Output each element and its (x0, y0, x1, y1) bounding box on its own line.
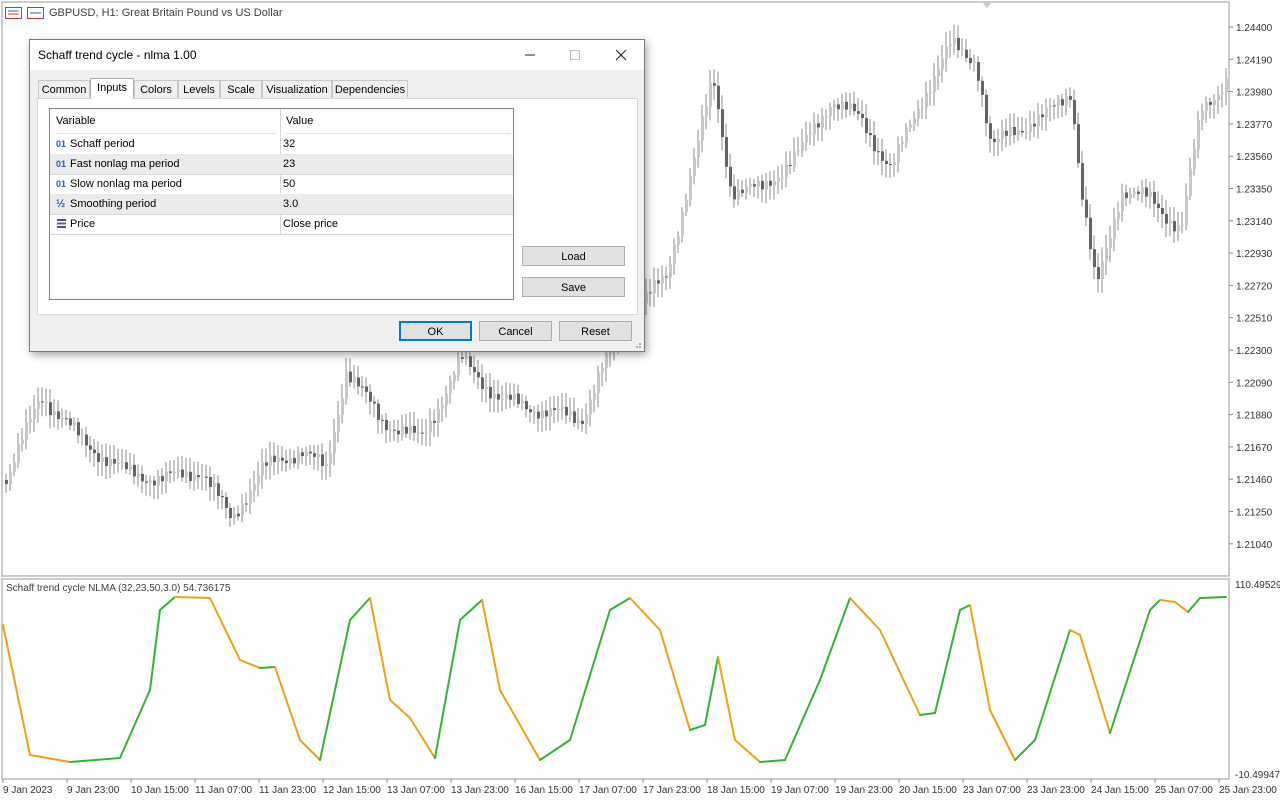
input-value[interactable]: Close price (283, 214, 338, 234)
minimize-button[interactable] (507, 40, 553, 70)
time-tick-label: 12 Jan 15:00 (323, 785, 381, 796)
time-tick-label: 23 Jan 23:00 (1027, 785, 1085, 796)
tab-colors[interactable]: Colors (134, 80, 178, 98)
time-tick-label: 19 Jan 23:00 (835, 785, 893, 796)
chart-type-icons (5, 7, 45, 22)
close-button[interactable] (598, 40, 644, 70)
input-row-fast-nonlag-period[interactable]: 01 Fast nonlag ma period 23 (50, 154, 513, 175)
tab-scale[interactable]: Scale (220, 80, 262, 98)
time-tick-label: 13 Jan 07:00 (387, 785, 445, 796)
price-tick-label: 1.21880 (1236, 411, 1273, 422)
price-axis: 1.24400 1.24190 1.23980 1.23770 1.23560 1.233… (1229, 23, 1273, 551)
maximize-icon (570, 50, 580, 60)
resize-grip-icon[interactable] (632, 339, 642, 349)
dialog-title: Schaff trend cycle - nlma 1.00 (38, 48, 197, 62)
input-variable-name: Slow nonlag ma period (70, 178, 182, 190)
time-tick-label: 9 Jan 23:00 (67, 785, 120, 796)
input-value[interactable]: 32 (283, 134, 295, 154)
chart-symbol-title: GBPUSD, H1: Great Britain Pound vs US Do… (49, 7, 283, 19)
inputs-grid[interactable]: Variable Value 01 Schaff period 32 01 Fast… (49, 108, 514, 300)
save-button[interactable]: Save (522, 277, 625, 297)
indicator-label: Schaff trend cycle NLMA (32,23,50,3.0) 5… (6, 583, 231, 594)
maximize-button[interactable] (552, 40, 598, 70)
time-tick-label: 10 Jan 15:00 (131, 785, 189, 796)
time-tick-label: 11 Jan 07:00 (195, 785, 253, 796)
price-tick-label: 1.23770 (1236, 120, 1273, 131)
input-value[interactable]: 23 (283, 154, 295, 174)
price-tick-label: 1.23980 (1236, 88, 1273, 99)
input-row-smoothing-period[interactable]: ½ Smoothing period 3.0 (50, 194, 513, 215)
price-tick-label: 1.23350 (1236, 185, 1273, 196)
time-tick-label: 17 Jan 07:00 (579, 785, 637, 796)
enum-type-icon (56, 214, 70, 234)
input-variable-name: Schaff period (70, 138, 135, 150)
column-header-variable[interactable]: Variable (56, 109, 276, 134)
input-value[interactable]: 50 (283, 174, 295, 194)
depth-of-market-icon[interactable] (5, 7, 22, 19)
tab-dependencies[interactable]: Dependencies (332, 80, 408, 98)
indicator-axis-min: -10.499473 (1235, 770, 1280, 781)
input-row-schaff-period[interactable]: 01 Schaff period 32 (50, 134, 513, 155)
price-tick-label: 1.24190 (1236, 55, 1273, 66)
price-tick-label: 1.23560 (1236, 152, 1273, 163)
minimize-icon (525, 54, 535, 56)
tab-common[interactable]: Common (38, 80, 90, 98)
time-tick-label: 19 Jan 07:00 (771, 785, 829, 796)
cancel-button[interactable]: Cancel (479, 321, 552, 341)
price-tick-label: 1.22720 (1236, 281, 1273, 292)
time-tick-label: 11 Jan 23:00 (259, 785, 317, 796)
integer-type-icon: 01 (56, 179, 67, 189)
time-tick-label: 13 Jan 23:00 (451, 785, 509, 796)
close-icon (615, 49, 627, 61)
price-tick-label: 1.23140 (1236, 217, 1273, 228)
input-variable-name: Price (70, 218, 96, 230)
time-tick-label: 18 Jan 15:00 (707, 785, 765, 796)
integer-type-icon: 01 (56, 159, 67, 169)
input-row-slow-nonlag-period[interactable]: 01 Slow nonlag ma period 50 (50, 174, 513, 195)
integer-type-icon: 01 (56, 139, 67, 149)
time-tick-label: 24 Jan 15:00 (1091, 785, 1149, 796)
column-header-value[interactable]: Value (286, 109, 511, 134)
price-tick-label: 1.21460 (1236, 475, 1273, 486)
input-variable-name: Smoothing period (70, 198, 157, 210)
time-tick-label: 25 Jan 07:00 (1155, 785, 1213, 796)
indicator-pane-frame (1, 578, 1230, 780)
price-tick-label: 1.22930 (1236, 249, 1273, 260)
time-tick-label: 17 Jan 23:00 (643, 785, 701, 796)
input-row-price[interactable]: Price Close price (50, 214, 513, 235)
reset-button[interactable]: Reset (559, 321, 632, 341)
indicator-properties-dialog[interactable]: Schaff trend cycle - nlma 1.00 Common In… (29, 39, 645, 352)
ok-button[interactable]: OK (399, 321, 472, 341)
tab-visualization[interactable]: Visualization (262, 80, 332, 98)
double-type-icon: ½ (56, 198, 66, 210)
price-tick-label: 1.21670 (1236, 443, 1273, 454)
load-button[interactable]: Load (522, 246, 625, 266)
indicator-axis-max: 110.495293 (1235, 580, 1280, 591)
time-tick-label: 16 Jan 15:00 (515, 785, 573, 796)
price-tick-label: 1.21250 (1236, 508, 1273, 519)
price-tick-label: 1.24400 (1236, 23, 1273, 34)
time-tick-label: 20 Jan 15:00 (899, 785, 957, 796)
input-value[interactable]: 3.0 (283, 194, 298, 214)
time-tick-label: 25 Jan 23:00 (1219, 785, 1277, 796)
time-axis: 9 Jan 2023 9 Jan 23:00 10 Jan 15:00 11 Jan … (2, 779, 1277, 796)
inputs-panel: Variable Value 01 Schaff period 32 01 Fast… (37, 98, 638, 315)
input-variable-name: Fast nonlag ma period (70, 158, 180, 170)
price-tick-label: 1.21040 (1236, 540, 1273, 551)
time-tick-label: 9 Jan 2023 (3, 785, 53, 796)
tab-levels[interactable]: Levels (178, 80, 220, 98)
price-tick-label: 1.22300 (1236, 346, 1273, 357)
time-tick-label: 23 Jan 07:00 (963, 785, 1021, 796)
tab-inputs[interactable]: Inputs (90, 78, 134, 99)
dialog-title-bar[interactable]: Schaff trend cycle - nlma 1.00 (30, 40, 644, 70)
price-tick-label: 1.22510 (1236, 314, 1273, 325)
price-tick-label: 1.22090 (1236, 378, 1273, 389)
